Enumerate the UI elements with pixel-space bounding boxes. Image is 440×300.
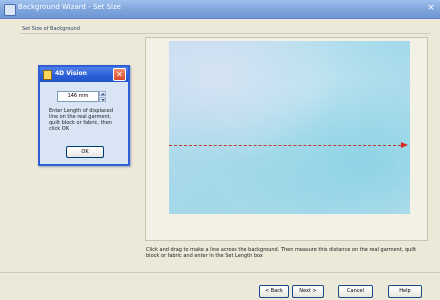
cancel-button[interactable]: Cancel [338,285,373,298]
footer-divider [0,272,440,273]
next-button[interactable]: Next > [292,285,324,298]
help-button[interactable]: Help [388,285,422,298]
instructions-text: Click and drag to make a line across the… [146,247,417,259]
vision-app-icon [43,70,52,80]
window-close-icon[interactable]: × [425,2,437,14]
header-divider [20,33,430,34]
arrow-right-icon[interactable] [401,142,408,148]
vision-dialog: 4D Vision ✕ Enter Length of displaced li… [38,65,130,166]
length-input[interactable] [57,91,99,102]
dialog-close-icon[interactable]: ✕ [113,68,126,81]
ok-button[interactable]: OK [66,146,104,158]
length-stepper [57,91,107,102]
measure-line[interactable] [169,145,401,146]
title-bar: Background Wizard - Set Size × [0,0,440,19]
window-title: Background Wizard - Set Size [18,3,121,11]
dialog-message: Enter Length of displaced line on the re… [49,108,114,132]
dialog-title: 4D Vision [55,70,87,77]
spin-up-icon[interactable] [99,91,106,96]
page-subtitle: Set Size of Background [22,26,80,32]
spin-down-icon[interactable] [99,97,106,102]
spin-buttons [99,91,106,102]
background-image[interactable] [169,41,410,214]
wizard-app-icon [4,4,16,16]
back-button[interactable]: < Back [259,285,289,298]
dialog-title-bar[interactable]: 4D Vision ✕ [40,67,128,82]
background-wizard-window: Background Wizard - Set Size × Set Size … [0,0,440,300]
